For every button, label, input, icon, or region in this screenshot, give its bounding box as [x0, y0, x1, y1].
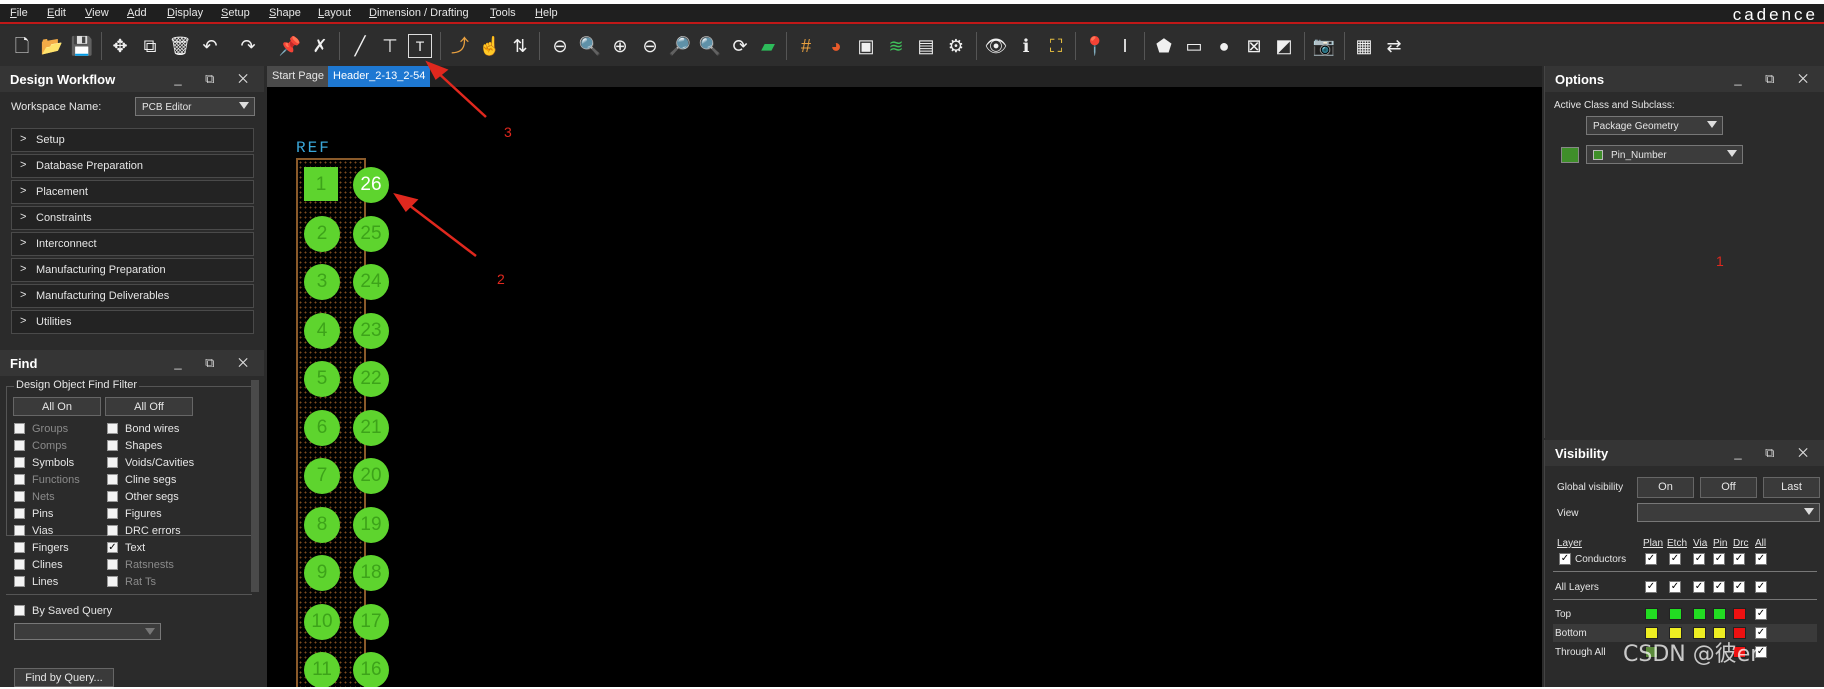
col-via-header: Via [1693, 538, 1708, 549]
col-layer-header: Layer [1557, 538, 1583, 549]
chevron-down-icon [1804, 508, 1814, 515]
visibility-last-button[interactable]: Last [1763, 477, 1820, 498]
divider [1553, 571, 1817, 572]
row-bottom-label: Bottom [1555, 628, 1587, 639]
conductors-pin-checkbox[interactable]: ✓ [1713, 553, 1725, 565]
watermark-text: CSDN @彼er [1623, 642, 1760, 667]
conductors-all-checkbox[interactable]: ✓ [1755, 553, 1767, 565]
col-etch-header: Etch [1667, 538, 1688, 549]
global-visibility-label: Global visibility [1557, 482, 1624, 493]
subclass-color-swatch[interactable] [1561, 147, 1579, 163]
row-all-layers-label: All Layers [1555, 582, 1599, 593]
all-layers-via-checkbox[interactable]: ✓ [1693, 581, 1705, 593]
all-layers-etch-checkbox[interactable]: ✓ [1669, 581, 1681, 593]
top-etch-swatch[interactable] [1669, 608, 1682, 620]
col-all-header: All [1755, 538, 1767, 549]
row-conductors-label: Conductors [1575, 554, 1627, 565]
class-value: Package Geometry [1593, 121, 1679, 132]
col-plan-header: Plan [1643, 538, 1664, 549]
conductors-checkbox[interactable]: ✓ [1559, 553, 1571, 565]
all-layers-all-checkbox[interactable]: ✓ [1755, 581, 1767, 593]
col-drc-header: Drc [1733, 538, 1749, 549]
divider [1553, 599, 1817, 600]
chevron-down-icon [1727, 150, 1737, 157]
conductors-drc-checkbox[interactable]: ✓ [1733, 553, 1745, 565]
conductors-via-checkbox[interactable]: ✓ [1693, 553, 1705, 565]
options-panel: Options _ ⧉ ✕ Active Class and Subclass:… [1544, 66, 1824, 438]
active-class-label: Active Class and Subclass: [1554, 100, 1675, 111]
class-select[interactable]: Package Geometry [1586, 116, 1723, 135]
view-select[interactable] [1637, 503, 1820, 522]
subclass-color-icon [1593, 150, 1603, 160]
visibility-on-button[interactable]: On [1637, 477, 1694, 498]
view-label: View [1557, 508, 1579, 519]
subclass-value: Pin_Number [1611, 150, 1667, 161]
chevron-down-icon [1707, 121, 1717, 128]
row-through-all-label: Through All [1555, 647, 1606, 658]
all-layers-plan-checkbox[interactable]: ✓ [1645, 581, 1657, 593]
row-top-label: Top [1555, 609, 1572, 620]
annotation-1: 1 [1716, 253, 1724, 269]
app-window: File Edit View Add Display Setup Shape L… [0, 4, 1824, 687]
panel-controls-icon[interactable]: _ ⧉ ✕ [1734, 71, 1818, 87]
conductors-etch-checkbox[interactable]: ✓ [1669, 553, 1681, 565]
top-via-swatch[interactable] [1693, 608, 1706, 620]
arrow-2-line [404, 201, 477, 257]
top-drc-swatch[interactable] [1733, 608, 1746, 620]
all-layers-drc-checkbox[interactable]: ✓ [1733, 581, 1745, 593]
subclass-select[interactable]: Pin_Number [1586, 145, 1743, 164]
panel-controls-icon[interactable]: _ ⧉ ✕ [1734, 445, 1818, 461]
top-pin-swatch[interactable] [1713, 608, 1726, 620]
all-layers-pin-checkbox[interactable]: ✓ [1713, 581, 1725, 593]
arrow-3-line [435, 70, 487, 118]
col-pin-header: Pin [1713, 538, 1728, 549]
conductors-plan-checkbox[interactable]: ✓ [1645, 553, 1657, 565]
visibility-off-button[interactable]: Off [1700, 477, 1757, 498]
top-all-checkbox[interactable]: ✓ [1755, 608, 1767, 620]
visibility-panel: Visibility _ ⧉ ✕ Global visibility On Of… [1544, 440, 1824, 687]
arrow-3-head [425, 60, 449, 80]
top-plan-swatch[interactable] [1645, 608, 1658, 620]
